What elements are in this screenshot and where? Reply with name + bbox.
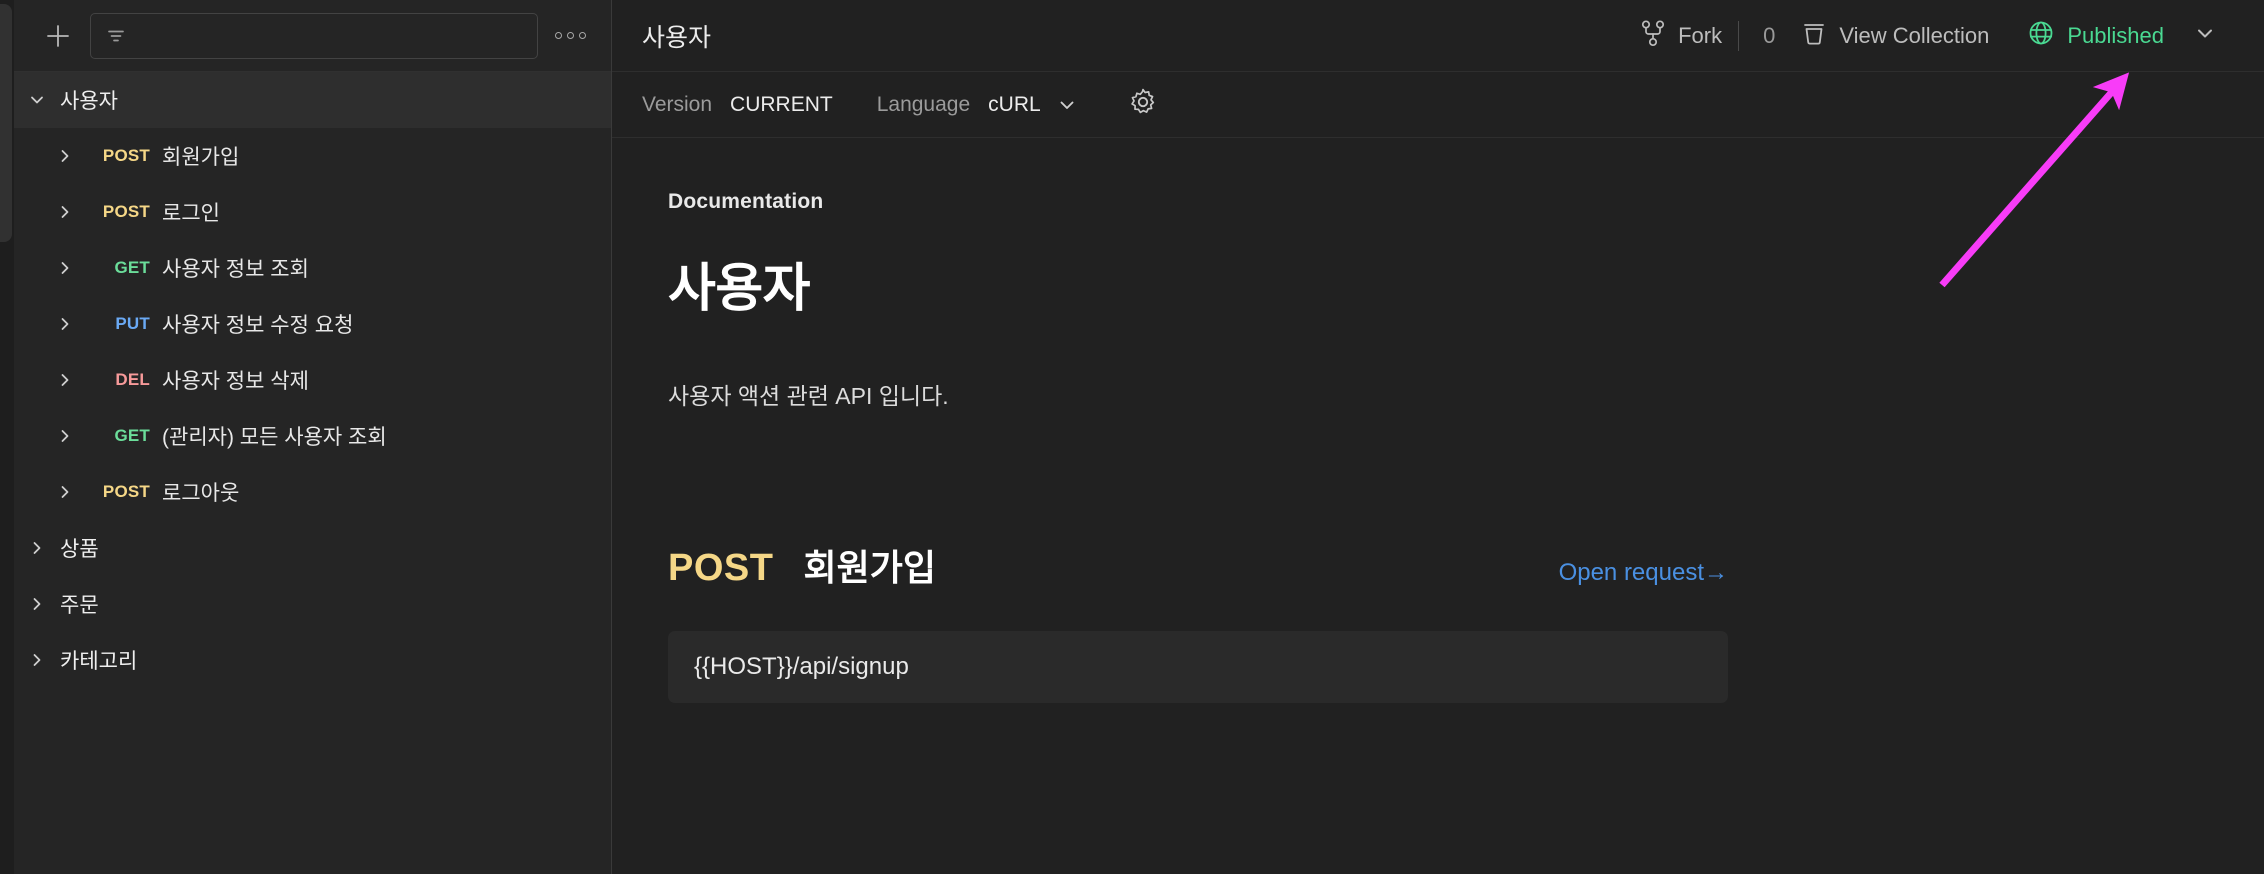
main-panel: 사용자 Fork 0 View Collection Published Ver… (612, 0, 2264, 874)
fork-button[interactable]: Fork (1624, 14, 1738, 58)
three-dots-icon (554, 32, 586, 39)
collection-icon (1801, 19, 1827, 53)
request-method-badge: PUT (115, 314, 150, 333)
page-title: 사용자 (642, 23, 712, 52)
tree-request-사용자-정보-삭제[interactable]: DEL 사용자 정보 삭제 (14, 352, 611, 408)
chevron-down-icon (14, 90, 60, 110)
tree-folder-주문[interactable]: 주문 (14, 576, 611, 632)
request-label: (관리자) 모든 사용자 조회 (162, 426, 387, 449)
left-rail (0, 0, 14, 874)
chevron-right-icon (14, 594, 60, 614)
language-dropdown-button[interactable] (1055, 93, 1079, 117)
request-label: 로그아웃 (162, 482, 240, 505)
chevron-right-icon (42, 370, 88, 390)
request-method-badge: POST (102, 482, 150, 501)
filter-box[interactable] (90, 12, 538, 59)
tree-request-로그아웃[interactable]: POST 로그아웃 (14, 464, 611, 520)
chevron-right-icon (14, 538, 60, 558)
request-label: 사용자 정보 수정 요청 (162, 314, 354, 337)
chevron-right-icon (14, 650, 60, 670)
tree-folder-상품[interactable]: 상품 (14, 520, 611, 576)
request-method-badge: POST (102, 146, 150, 165)
gear-icon (1127, 86, 1159, 123)
rail-handle[interactable] (0, 4, 12, 242)
chevron-right-icon (42, 426, 88, 446)
chevron-right-icon (42, 482, 88, 502)
version-value[interactable]: CURRENT (730, 93, 833, 117)
more-options-button[interactable] (544, 14, 596, 58)
fork-icon (1640, 19, 1666, 53)
filter-input[interactable] (137, 25, 523, 46)
tree-request-모든-사용자-조회[interactable]: GET (관리자) 모든 사용자 조회 (14, 408, 611, 464)
tree-folder-label: 상품 (60, 538, 99, 561)
tree-folder-카테고리[interactable]: 카테고리 (14, 632, 611, 688)
collection-tree: 사용자 POST 회원가입 POST 로그인 GET 사용자 정보 조회 PUT… (14, 72, 611, 874)
sidebar-header (14, 0, 611, 72)
documentation-scroll-area[interactable]: Documentation 사용자 사용자 액션 관련 API 입니다. POS… (612, 138, 2264, 874)
request-method-badge: GET (114, 426, 150, 445)
collection-sidebar: 사용자 POST 회원가입 POST 로그인 GET 사용자 정보 조회 PUT… (14, 0, 612, 874)
request-label: 회원가입 (162, 146, 240, 169)
documentation-kicker: Documentation (668, 190, 824, 213)
published-button[interactable]: Published (2005, 19, 2174, 53)
request-label: 사용자 정보 조회 (162, 258, 309, 281)
tree-request-사용자-정보-수정-요청[interactable]: PUT 사용자 정보 수정 요청 (14, 296, 611, 352)
main-header: 사용자 Fork 0 View Collection Published (612, 0, 2264, 72)
fork-label: Fork (1678, 22, 1723, 48)
request-method-badge: DEL (115, 370, 150, 389)
open-request-link[interactable]: Open request→ (1559, 559, 1728, 587)
tree-request-사용자-정보-조회[interactable]: GET 사용자 정보 조회 (14, 240, 611, 296)
tree-request-로그인[interactable]: POST 로그인 (14, 184, 611, 240)
request-heading: POST 회원가입 Open request→ (668, 539, 1728, 591)
request-label: 사용자 정보 삭제 (162, 370, 309, 393)
tree-folder-label: 카테고리 (60, 650, 138, 673)
request-section: POST 회원가입 Open request→ {{HOST}}/api/sig… (668, 539, 1728, 703)
language-value[interactable]: cURL (988, 93, 1041, 117)
request-method-badge: POST (102, 202, 150, 221)
globe-icon (2027, 19, 2055, 53)
view-collection-button[interactable]: View Collection (1785, 14, 2005, 58)
published-label: Published (2067, 22, 2164, 48)
filter-icon (105, 25, 127, 47)
tree-folder-label: 사용자 (60, 90, 118, 113)
request-title: 회원가입 (803, 547, 936, 588)
settings-button[interactable] (1127, 86, 1159, 123)
chevron-down-icon (2192, 20, 2218, 51)
chevron-right-icon (42, 202, 88, 222)
chevron-right-icon (42, 258, 88, 278)
app-root: 사용자 POST 회원가입 POST 로그인 GET 사용자 정보 조회 PUT… (0, 0, 2264, 874)
chevron-right-icon (42, 314, 88, 334)
published-dropdown-button[interactable] (2174, 20, 2230, 51)
version-label: Version (642, 92, 713, 116)
add-button[interactable] (36, 14, 80, 58)
header-actions: Fork 0 View Collection Published (1624, 14, 2230, 58)
chevron-right-icon (42, 146, 88, 166)
documentation-content: Documentation 사용자 사용자 액션 관련 API 입니다. POS… (612, 138, 2264, 703)
fork-count: 0 (1763, 22, 1776, 48)
documentation-description: 사용자 액션 관련 API 입니다. (668, 383, 949, 409)
tree-request-회원가입[interactable]: POST 회원가입 (14, 128, 611, 184)
view-collection-label: View Collection (1839, 22, 1990, 48)
request-label: 로그인 (162, 202, 220, 225)
request-url-box: {{HOST}}/api/signup (668, 631, 1728, 703)
request-method-badge: GET (114, 258, 150, 277)
request-method: POST (668, 547, 774, 589)
documentation-title: 사용자 (668, 260, 811, 318)
language-label: Language (876, 92, 971, 116)
doc-toolbar: Version CURRENT Language cURL (612, 72, 2264, 138)
tree-folder-사용자[interactable]: 사용자 (14, 72, 611, 128)
tree-folder-label: 주문 (60, 594, 99, 617)
